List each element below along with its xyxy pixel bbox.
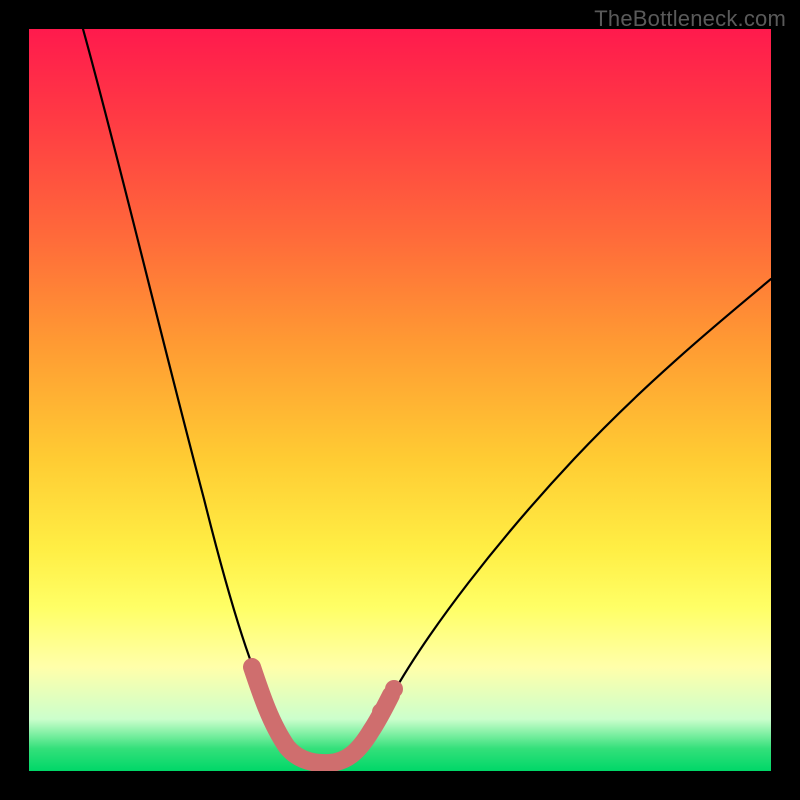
highlight-dot — [385, 680, 403, 698]
chart-frame — [29, 29, 771, 771]
chart-svg — [29, 29, 771, 771]
highlight-segment — [252, 667, 391, 763]
bottleneck-curve — [83, 29, 771, 760]
highlight-dot — [372, 703, 390, 721]
watermark-text: TheBottleneck.com — [594, 6, 786, 32]
